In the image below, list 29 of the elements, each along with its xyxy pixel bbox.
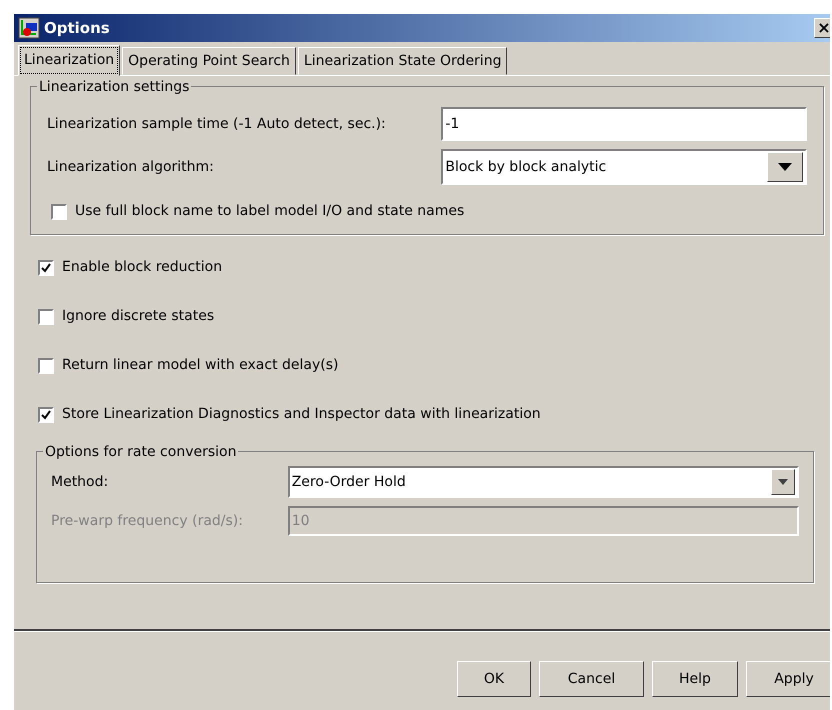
caret-icon <box>778 479 788 485</box>
app-icon <box>18 17 40 39</box>
tab[interactable]: Linearization State Ordering <box>298 47 508 75</box>
method-dropdown[interactable]: Zero-Order Hold <box>288 466 799 498</box>
checkbox-label: Store Linearization Diagnostics and Inspector data with linearization <box>62 405 541 424</box>
dialog-button[interactable]: Help <box>652 661 738 697</box>
dialog-button[interactable]: Apply <box>746 661 830 697</box>
tab[interactable]: Operating Point Search <box>122 47 296 75</box>
window-title: Options <box>44 18 110 39</box>
sample-time-field[interactable]: -1 <box>441 107 807 141</box>
field-label: Pre-warp frequency (rad/s): <box>51 512 244 530</box>
tab[interactable]: Linearization <box>18 45 120 76</box>
algorithm-dropdown[interactable]: Block by block analytic <box>441 149 807 185</box>
field-label: Method: <box>51 472 110 492</box>
dialog-button[interactable]: Cancel <box>539 661 644 697</box>
field-label: Linearization sample time (-1 Auto detect, sec.): <box>47 114 387 134</box>
checkbox[interactable] <box>38 260 54 276</box>
caret-icon <box>778 163 792 171</box>
checkbox-label: Use full block name to label model I/O and state names <box>75 202 464 221</box>
checkbox[interactable] <box>38 358 54 374</box>
close-button[interactable]: × <box>814 18 830 38</box>
checkbox-label: Return linear model with exact delay(s) <box>62 356 338 375</box>
checkbox[interactable] <box>38 406 54 422</box>
checkbox-label: Enable block reduction <box>62 258 222 277</box>
checkbox-label: Ignore discrete states <box>62 307 214 326</box>
dialog-button[interactable]: OK <box>457 661 531 697</box>
checkbox[interactable] <box>38 308 54 324</box>
field-label: Linearization algorithm: <box>47 158 215 176</box>
checkbox[interactable] <box>51 204 67 220</box>
